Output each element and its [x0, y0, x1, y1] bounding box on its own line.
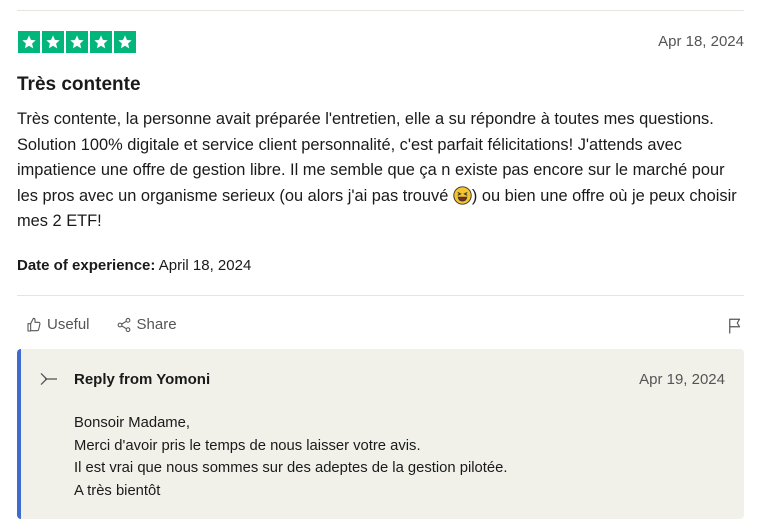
star-icon: [42, 31, 64, 53]
date-of-experience-value: April 18, 2024: [158, 257, 252, 274]
review-actions: Useful Share: [26, 316, 177, 333]
date-of-experience-label: Date of experience:: [17, 257, 156, 274]
share-icon: [117, 317, 130, 332]
review-date: Apr 18, 2024: [658, 33, 744, 50]
share-label: Share: [136, 316, 177, 333]
reply-line: Merci d'avoir pris le temps de nous lais…: [74, 437, 421, 454]
share-button[interactable]: Share: [116, 316, 177, 333]
thumbs-up-icon: [27, 317, 41, 332]
top-divider: [17, 10, 744, 11]
reply-line: Bonsoir Madame,: [74, 415, 190, 431]
useful-label: Useful: [47, 316, 90, 333]
laughing-emoji-icon: [453, 185, 472, 205]
reply-arrow-icon: [40, 372, 57, 386]
useful-button[interactable]: Useful: [26, 316, 90, 333]
star-icon: [66, 31, 88, 53]
date-of-experience: Date of experience: April 18, 2024: [17, 257, 251, 274]
reply-date: Apr 19, 2024: [639, 371, 725, 388]
star-icon: [18, 31, 40, 53]
flag-icon[interactable]: [726, 317, 744, 335]
star-icon: [90, 31, 112, 53]
actions-divider: [17, 295, 744, 296]
company-reply: Reply from Yomoni Apr 19, 2024 Bonsoir M…: [17, 349, 744, 519]
review-title: Très contente: [17, 74, 141, 95]
reply-author: Reply from Yomoni: [74, 371, 211, 388]
reply-body: Bonsoir Madame, Merci d'avoir pris le te…: [74, 412, 507, 502]
reply-line: A très bientôt: [74, 482, 161, 499]
review-body: Très contente, la personne avait préparé…: [17, 107, 747, 235]
star-icon: [114, 31, 136, 53]
reply-line: Il est vrai que nous sommes sur des adep…: [74, 460, 508, 476]
star-rating: [18, 31, 136, 53]
